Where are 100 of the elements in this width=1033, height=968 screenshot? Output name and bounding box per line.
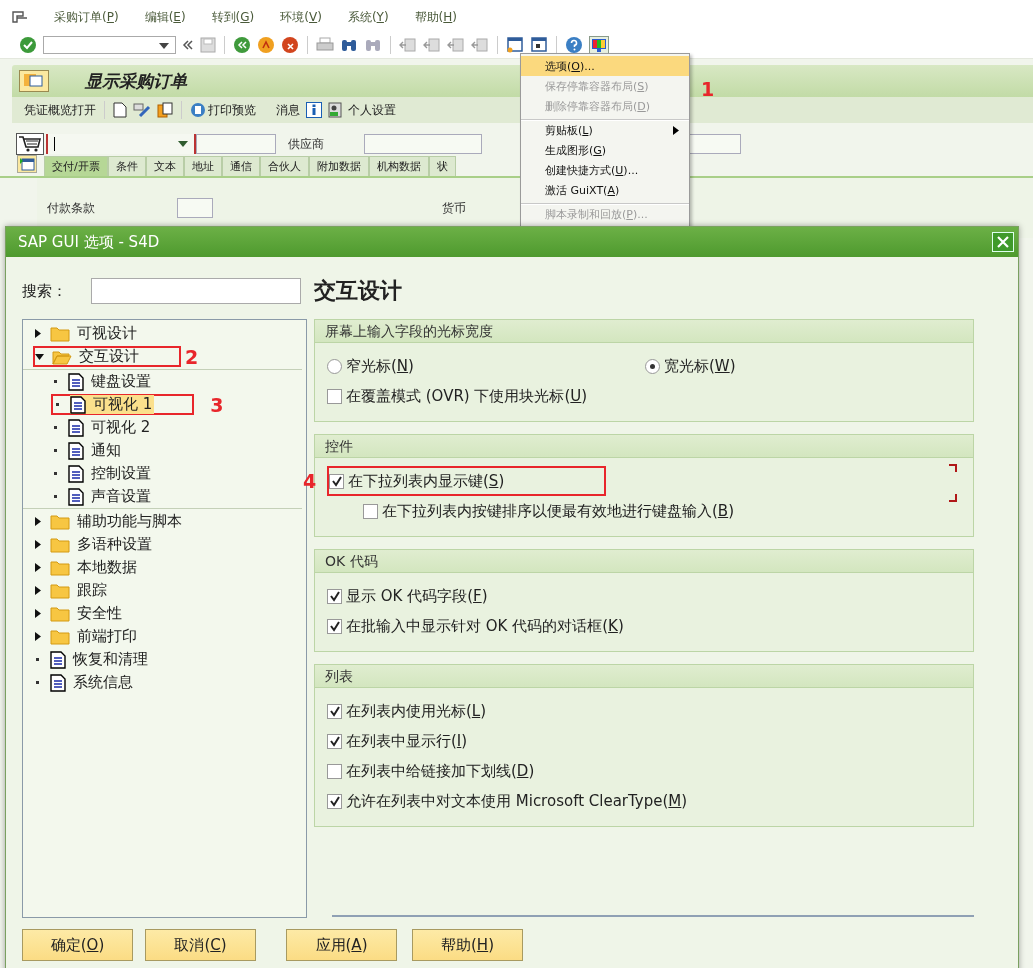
dropdown-caret-icon[interactable]: [159, 43, 169, 49]
checkbox[interactable]: [327, 763, 342, 779]
expand-arrow-icon[interactable]: [33, 540, 42, 549]
expand-arrow-icon[interactable]: [33, 517, 42, 526]
collapse-icon[interactable]: [182, 39, 194, 51]
close-button[interactable]: [992, 232, 1014, 252]
radio-button[interactable]: [327, 358, 342, 374]
cancel-icon[interactable]: [281, 36, 299, 54]
expand-arrow-icon[interactable]: [33, 329, 42, 338]
expand-arrow-icon[interactable]: [35, 352, 44, 361]
page-scroll-icon[interactable]: [399, 37, 417, 53]
bullet-icon: [54, 495, 57, 498]
tab[interactable]: 通信: [221, 156, 260, 176]
document-icon: [68, 464, 84, 483]
tree-item[interactable]: 跟踪: [50, 581, 109, 600]
expand-arrow-icon[interactable]: [33, 586, 42, 595]
page-scroll-icon[interactable]: [447, 37, 465, 53]
toolbar-button[interactable]: 打印预览: [190, 101, 256, 119]
info-icon[interactable]: [306, 102, 322, 118]
tree-item[interactable]: 恢复和清理: [50, 650, 150, 669]
field-label: 付款条款: [47, 199, 95, 217]
document-icon[interactable]: [113, 102, 127, 118]
menu-item[interactable]: 帮助(H): [414, 8, 457, 26]
dialog-button[interactable]: 取消(C): [145, 929, 256, 961]
expand-arrow-icon[interactable]: [33, 632, 42, 641]
tree-item[interactable]: 多语种设置: [50, 535, 154, 554]
tab[interactable]: 合伙人: [259, 156, 309, 176]
input-field[interactable]: [196, 134, 276, 154]
tree-item[interactable]: 可视化 2: [68, 418, 153, 437]
menu-item[interactable]: 创建快捷方式(U)...: [521, 160, 689, 180]
menu-item[interactable]: 编辑(E): [144, 8, 186, 26]
tree-item[interactable]: 通知: [68, 441, 123, 460]
help-icon[interactable]: [565, 36, 583, 54]
menu-item[interactable]: 转到(G): [211, 8, 255, 26]
dialog-button[interactable]: 应用(A): [286, 929, 397, 961]
copy-icon[interactable]: [157, 102, 173, 118]
tree-item[interactable]: 键盘设置: [68, 372, 153, 391]
new-window-icon[interactable]: [506, 37, 524, 53]
folder-icon: [50, 559, 70, 576]
checkbox[interactable]: [327, 618, 342, 634]
option-label: 在列表中给链接加下划线(D): [346, 761, 535, 781]
tree-item[interactable]: 声音设置: [68, 487, 153, 506]
document-type-dropdown[interactable]: [46, 134, 196, 154]
menu-item[interactable]: 环境(V): [280, 8, 322, 26]
checkbox[interactable]: [327, 703, 342, 719]
search-field[interactable]: [91, 278, 301, 304]
tab[interactable]: 交付/开票: [44, 156, 108, 176]
tree-item[interactable]: 控制设置: [68, 464, 153, 483]
tree-item[interactable]: 安全性: [50, 604, 124, 623]
print-preview-icon[interactable]: [190, 102, 206, 118]
tab[interactable]: 文本: [145, 156, 184, 176]
tab[interactable]: 状: [428, 156, 456, 176]
menu-item[interactable]: 系统(Y): [347, 8, 389, 26]
checkbox[interactable]: [327, 388, 342, 404]
input-field[interactable]: [177, 198, 213, 218]
checkbox[interactable]: [327, 793, 342, 809]
tab[interactable]: 条件: [107, 156, 146, 176]
checkbox[interactable]: [327, 588, 342, 604]
menu-item[interactable]: 激活 GuiXT(A): [521, 180, 689, 200]
menu-item[interactable]: 选项(O)...: [521, 56, 689, 76]
tree-item[interactable]: 本地数据: [50, 558, 139, 577]
command-field[interactable]: [43, 36, 176, 54]
page-scroll-icon[interactable]: [423, 37, 441, 53]
dropdown-caret-icon[interactable]: [178, 141, 188, 147]
dialog-button[interactable]: 确定(O): [22, 929, 133, 961]
toolbar-button[interactable]: 消息: [276, 101, 300, 119]
input-field[interactable]: [364, 134, 482, 154]
folder-icon: [50, 605, 70, 622]
tree-item[interactable]: 可视化 1: [70, 395, 155, 414]
check-icon[interactable]: [19, 36, 37, 54]
radio-button[interactable]: [645, 358, 660, 374]
menu-item[interactable]: 采购订单(P): [54, 8, 119, 26]
expand-arrow-icon[interactable]: [33, 563, 42, 572]
tree-item[interactable]: 系统信息: [50, 673, 135, 692]
find-icon[interactable]: [340, 37, 358, 53]
bullet-icon: [54, 472, 57, 475]
checkbox[interactable]: [327, 733, 342, 749]
menu-icon[interactable]: [12, 11, 28, 23]
page-scroll-icon[interactable]: [471, 37, 489, 53]
menu-item[interactable]: 生成图形(G): [521, 140, 689, 160]
exit-icon[interactable]: [257, 36, 275, 54]
expand-arrow-icon[interactable]: [33, 609, 42, 618]
checkbox[interactable]: [363, 503, 378, 519]
checkbox[interactable]: [329, 473, 344, 489]
dialog-button[interactable]: 帮助(H): [412, 929, 523, 961]
tree-item[interactable]: 前端打印: [50, 627, 139, 646]
toolbar-button[interactable]: 个人设置: [328, 101, 396, 119]
document-icon: [68, 372, 84, 391]
tab[interactable]: 机构数据: [368, 156, 429, 176]
edit-icon[interactable]: [133, 102, 151, 118]
tree-item[interactable]: 辅助功能与脚本: [50, 512, 184, 531]
back-icon[interactable]: [233, 36, 251, 54]
window-icon[interactable]: [530, 37, 548, 53]
tab[interactable]: 地址: [183, 156, 222, 176]
tree-item[interactable]: 可视设计: [50, 324, 139, 343]
close-icon[interactable]: [997, 236, 1009, 248]
tab[interactable]: 附加数据: [308, 156, 369, 176]
checkmark-icon: [330, 475, 343, 487]
menu-item[interactable]: 剪贴板(L): [521, 119, 689, 140]
toolbar-button[interactable]: 凭证概览打开: [24, 101, 96, 119]
